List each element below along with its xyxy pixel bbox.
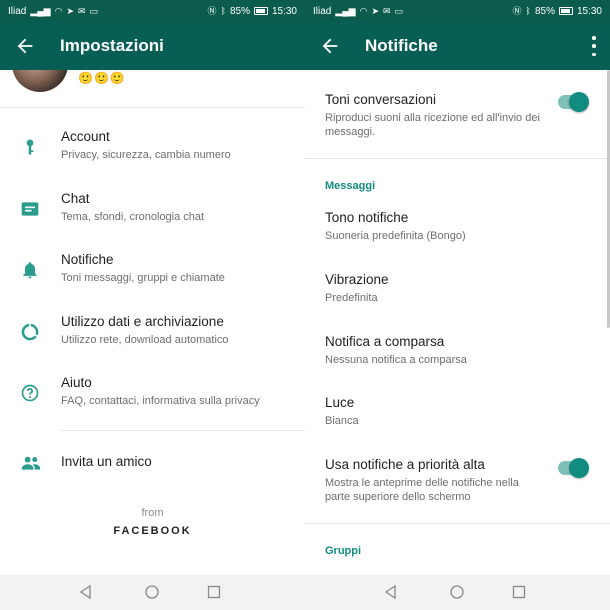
notifications-list: Toni conversazioni Riproduci suoni alla …	[305, 70, 610, 575]
settings-item-data-usage[interactable]: Utilizzo dati e archiviazione Utilizzo r…	[0, 306, 305, 362]
setting-sub: Predefinita	[325, 292, 378, 304]
mail-icon: ▭	[89, 6, 99, 16]
clock: 15:30	[576, 5, 602, 17]
settings-list: 🙂🙂🙂 Account Privacy, sicurezza, cambia n…	[0, 70, 305, 575]
carrier-name: Iliad	[313, 5, 332, 17]
app-bar: Impostazioni	[0, 22, 305, 70]
settings-item-account[interactable]: Account Privacy, sicurezza, cambia numer…	[0, 121, 305, 177]
system-nav-bar	[305, 575, 610, 610]
divider	[61, 430, 305, 431]
battery-icon	[253, 7, 268, 15]
nav-home-icon[interactable]	[144, 584, 160, 600]
settings-item-sub: Utilizzo rete, download automatico	[61, 334, 229, 346]
avatar[interactable]	[12, 70, 68, 92]
settings-item-notifiche[interactable]: Notifiche Toni messaggi, gruppi e chiama…	[0, 244, 305, 300]
settings-item-sub: Toni messaggi, gruppi e chiamate	[61, 272, 225, 284]
bluetooth-icon: ᛒ	[220, 6, 226, 16]
facebook-wordmark: FACEBOOK	[113, 525, 192, 537]
key-icon	[26, 139, 34, 155]
message-icon: ✉	[78, 6, 86, 16]
mail-icon: ▭	[394, 6, 404, 16]
back-arrow-icon[interactable]	[14, 35, 36, 57]
bluetooth-icon: ᛒ	[525, 6, 531, 16]
toni-conversazioni-toggle[interactable]	[558, 92, 589, 112]
section-title-messaggi: Messaggi	[325, 180, 376, 192]
setting-sub: Bianca	[325, 415, 359, 427]
back-arrow-icon[interactable]	[319, 35, 341, 57]
divider	[305, 158, 610, 159]
help-icon	[21, 384, 39, 402]
settings-item-sub: Privacy, sicurezza, cambia numero	[61, 149, 231, 161]
status-bar: Iliad ▂▄▆ ◠ ➤ ✉ ▭ Ⓝ ᛒ 85% 15:30	[0, 0, 305, 22]
page-title: Notifiche	[365, 36, 438, 55]
profile-status-emoji: 🙂🙂🙂	[78, 71, 126, 85]
settings-item-label: Aiuto	[61, 375, 92, 390]
notifications-screen: Iliad ▂▄▆ ◠ ➤ ✉ ▭ Ⓝ ᛒ 85% 15:30 Notifich…	[305, 0, 610, 610]
setting-sub: Nessuna notifica a comparsa	[325, 354, 467, 366]
nfc-icon: Ⓝ	[512, 6, 522, 16]
nfc-icon: Ⓝ	[207, 6, 217, 16]
setting-priorita-alta[interactable]: Usa notifiche a priorità alta Mostra le …	[305, 449, 610, 521]
settings-item-help[interactable]: Aiuto FAQ, contattaci, informativa sulla…	[0, 367, 305, 423]
setting-label: Usa notifiche a priorità alta	[325, 457, 485, 472]
carrier-name: Iliad	[8, 5, 27, 17]
setting-label: Notifica a comparsa	[325, 334, 445, 349]
invite-friend-item[interactable]: Invita un amico	[0, 448, 305, 478]
battery-percent: 85%	[534, 5, 555, 17]
settings-item-chat[interactable]: Chat Tema, sfondi, cronologia chat	[0, 183, 305, 239]
nav-back-icon[interactable]	[383, 584, 399, 600]
setting-label: Vibrazione	[325, 272, 389, 287]
divider	[0, 107, 305, 108]
settings-item-label: Notifiche	[61, 252, 114, 267]
signal-icon: ▂▄▆	[30, 6, 51, 16]
people-icon	[21, 456, 41, 470]
setting-sub: Mostra le anteprime delle notifiche nell…	[325, 477, 519, 503]
wifi-icon: ◠	[359, 6, 368, 16]
message-icon: ✉	[383, 6, 391, 16]
battery-percent: 85%	[229, 5, 250, 17]
telegram-icon: ➤	[371, 6, 379, 16]
setting-luce[interactable]: Luce Bianca	[305, 387, 610, 443]
bell-icon	[23, 262, 37, 279]
chat-icon	[21, 202, 39, 216]
telegram-icon: ➤	[66, 6, 74, 16]
settings-item-label: Utilizzo dati e archiviazione	[61, 314, 224, 329]
wifi-icon: ◠	[54, 6, 63, 16]
setting-notifica-a-comparsa[interactable]: Notifica a comparsa Nessuna notifica a c…	[305, 326, 610, 382]
data-usage-icon	[21, 323, 39, 341]
settings-item-label: Account	[61, 129, 110, 144]
setting-vibrazione[interactable]: Vibrazione Predefinita	[305, 264, 610, 320]
invite-friend-label: Invita un amico	[61, 454, 152, 469]
settings-item-sub: Tema, sfondi, cronologia chat	[61, 211, 205, 223]
setting-tono-notifiche[interactable]: Tono notifiche Suoneria predefinita (Bon…	[305, 202, 610, 258]
section-title-gruppi: Gruppi	[325, 545, 362, 557]
overflow-menu-icon[interactable]	[590, 36, 598, 56]
settings-item-label: Chat	[61, 191, 90, 206]
nav-recents-icon[interactable]	[206, 584, 222, 600]
setting-label: Toni conversazioni	[325, 92, 437, 107]
page-title: Impostazioni	[60, 36, 164, 55]
divider	[305, 523, 610, 524]
settings-item-sub: FAQ, contattaci, informativa sulla priva…	[61, 395, 260, 407]
clock: 15:30	[271, 5, 297, 17]
priorita-alta-toggle[interactable]	[558, 458, 589, 478]
setting-label: Luce	[325, 395, 355, 410]
setting-sub: Riproduci suoni alla ricezione ed all'in…	[325, 112, 540, 138]
setting-toni-conversazioni[interactable]: Toni conversazioni Riproduci suoni alla …	[305, 70, 610, 158]
profile-row[interactable]: 🙂🙂🙂	[0, 70, 305, 106]
settings-screen: Iliad ▂▄▆ ◠ ➤ ✉ ▭ Ⓝ ᛒ 85% 15:30 Impostaz…	[0, 0, 305, 610]
setting-sub: Suoneria predefinita (Bongo)	[325, 230, 466, 242]
signal-icon: ▂▄▆	[335, 6, 356, 16]
nav-back-icon[interactable]	[78, 584, 94, 600]
battery-icon	[558, 7, 573, 15]
app-bar: Notifiche	[305, 22, 610, 70]
status-bar: Iliad ▂▄▆ ◠ ➤ ✉ ▭ Ⓝ ᛒ 85% 15:30	[305, 0, 610, 22]
system-nav-bar	[0, 575, 305, 610]
from-label: from	[141, 507, 164, 519]
nav-home-icon[interactable]	[449, 584, 465, 600]
setting-label: Tono notifiche	[325, 210, 409, 225]
nav-recents-icon[interactable]	[511, 584, 527, 600]
